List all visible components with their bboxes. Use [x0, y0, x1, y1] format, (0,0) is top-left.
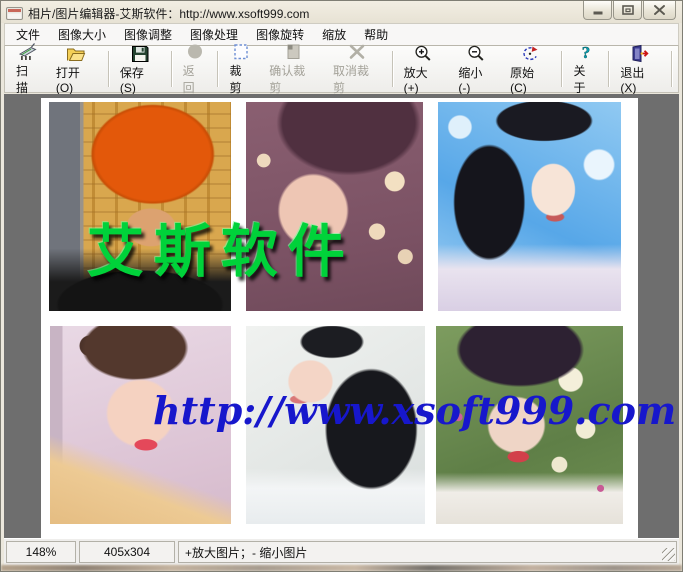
- toolbar-separator: [171, 51, 172, 87]
- status-hint-text: +放大图片；- 缩小图片: [185, 544, 307, 561]
- toolbar-separator: [671, 51, 672, 87]
- open-button[interactable]: 打开(O): [48, 48, 105, 90]
- about-button-label: 关于: [573, 62, 597, 96]
- zoom-out-button[interactable]: 缩小(-): [450, 48, 502, 90]
- app-window: 相片/图片编辑器-艾斯软件：http://www.xsoft999.com 文件…: [0, 0, 683, 572]
- scan-button-label: 扫描: [16, 62, 40, 96]
- about-button[interactable]: ? 关于: [565, 48, 605, 90]
- confirm-crop-icon: [282, 42, 304, 62]
- close-icon: [654, 5, 665, 15]
- crop-selection-icon: [230, 42, 252, 62]
- toolbar: 扫描 打开(O) 保存(S) 返回 裁剪: [4, 46, 679, 93]
- watermark-url-text: http://www.xsoft999.com: [153, 388, 676, 433]
- save-button[interactable]: 保存(S): [112, 48, 168, 90]
- toolbar-separator: [108, 51, 109, 87]
- open-folder-icon: [65, 44, 87, 64]
- image-canvas[interactable]: 艾斯软件 http://www.xsoft999.com: [41, 98, 638, 539]
- cancel-crop-button[interactable]: 取消裁剪: [325, 48, 389, 90]
- app-icon: [6, 7, 23, 20]
- window-controls: [582, 1, 676, 20]
- crop-button[interactable]: 裁剪: [221, 48, 261, 90]
- status-hint-panel: +放大图片；- 缩小图片: [178, 541, 677, 563]
- maximize-button[interactable]: [613, 1, 642, 20]
- minimize-button[interactable]: [583, 1, 612, 20]
- exit-button[interactable]: 退出(X): [612, 48, 668, 90]
- image-size-value: 405x304: [104, 545, 150, 559]
- toolbar-separator: [392, 51, 393, 87]
- save-floppy-icon: [129, 44, 151, 64]
- window-title: 相片/图片编辑器-艾斯软件：http://www.xsoft999.com: [28, 5, 309, 22]
- original-size-button-label: 原始(C): [510, 64, 550, 95]
- open-button-label: 打开(O): [56, 64, 97, 95]
- about-question-icon: ?: [574, 42, 596, 62]
- zoom-in-button[interactable]: 放大(+): [396, 48, 451, 90]
- back-circle-icon: [184, 42, 206, 62]
- toolbar-separator: [561, 51, 562, 87]
- cancel-crop-icon: [346, 42, 368, 62]
- original-size-button[interactable]: 原始(C): [502, 48, 558, 90]
- zoom-in-icon: [412, 44, 434, 64]
- confirm-crop-button[interactable]: 确认裁剪: [261, 48, 325, 90]
- zoom-in-button-label: 放大(+): [404, 64, 443, 95]
- toolbar-separator: [217, 51, 218, 87]
- scanner-icon: [17, 42, 39, 62]
- reset-original-icon: [519, 44, 541, 64]
- status-zoom-panel: 148%: [6, 541, 76, 563]
- zoom-out-icon: [465, 44, 487, 64]
- save-button-label: 保存(S): [120, 64, 160, 95]
- close-button[interactable]: [643, 1, 676, 20]
- scan-button[interactable]: 扫描: [8, 48, 48, 90]
- resize-grip[interactable]: [662, 548, 675, 561]
- title-bar: 相片/图片编辑器-艾斯软件：http://www.xsoft999.com: [1, 1, 682, 23]
- status-bar: 148% 405x304 +放大图片；- 缩小图片: [4, 538, 679, 565]
- toolbar-separator: [608, 51, 609, 87]
- exit-door-icon: [629, 44, 651, 64]
- zoom-level-value: 148%: [26, 545, 57, 559]
- workspace: 艾斯软件 http://www.xsoft999.com: [4, 94, 679, 539]
- desktop-wallpaper-edge: [1, 565, 682, 571]
- back-button[interactable]: 返回: [175, 48, 215, 90]
- minimize-icon: [593, 6, 603, 15]
- maximize-icon: [622, 5, 634, 15]
- exit-button-label: 退出(X): [620, 64, 660, 95]
- watermark-brand-text: 艾斯软件: [87, 206, 355, 288]
- crop-button-label: 裁剪: [229, 62, 253, 96]
- status-dimensions-panel: 405x304: [79, 541, 175, 563]
- svg-text:?: ?: [582, 43, 591, 62]
- photo-3: [438, 102, 621, 311]
- zoom-out-button-label: 缩小(-): [458, 64, 494, 95]
- back-button-label: 返回: [183, 62, 207, 96]
- cancel-crop-button-label: 取消裁剪: [333, 62, 381, 96]
- confirm-crop-button-label: 确认裁剪: [269, 62, 317, 96]
